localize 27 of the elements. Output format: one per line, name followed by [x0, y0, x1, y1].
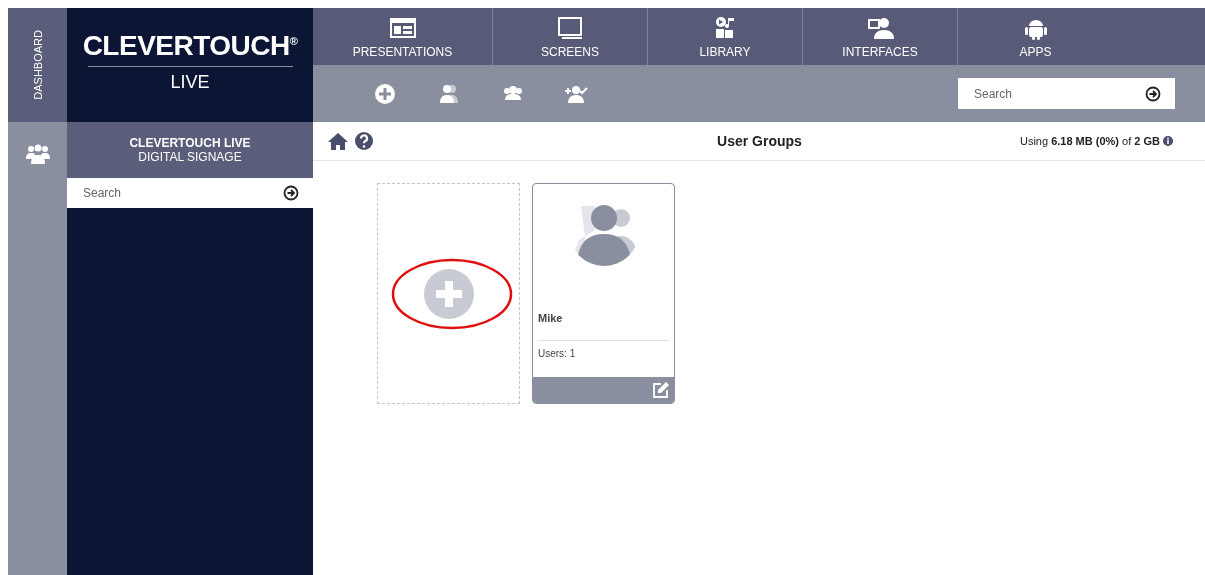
dashboard-tab[interactable]: DASHBOARD	[8, 8, 67, 122]
help-icon[interactable]	[353, 131, 375, 151]
add-icon[interactable]	[423, 268, 474, 319]
group-card[interactable]: Mike Users: 1	[532, 183, 675, 404]
search-field[interactable]: Search	[958, 78, 1175, 109]
sidebar-title: CLEVERTOUCH LIVE	[129, 136, 251, 150]
group-name: Mike	[537, 311, 564, 324]
brand-logo: CLEVERTOUCH$^{®}$	[82, 30, 298, 62]
home-icon[interactable]	[327, 131, 349, 151]
add-icon[interactable]	[373, 82, 397, 105]
info-icon[interactable]	[1163, 136, 1173, 146]
add-group-card[interactable]	[377, 183, 520, 404]
person-screen-icon	[866, 16, 894, 40]
arrow-circle-icon[interactable]	[283, 185, 299, 201]
arrow-circle-icon[interactable]	[1145, 85, 1161, 102]
monitor-icon	[556, 16, 584, 40]
search-field[interactable]: Search	[67, 178, 313, 208]
presentation-icon	[388, 16, 417, 40]
product-name: LIVE	[170, 72, 210, 93]
nav-tab[interactable]: APPS	[958, 8, 1113, 65]
users-icon[interactable]	[437, 82, 461, 105]
storage-usage: Using 6.18 MB (0%) of 2 GB	[1019, 135, 1160, 147]
users-icon[interactable]	[25, 144, 50, 164]
user-count: Users: 1	[537, 347, 577, 361]
edit-icon[interactable]	[652, 381, 670, 399]
page-title: User Groups	[716, 133, 803, 149]
sidebar-subtitle: DIGITAL SIGNAGE	[138, 150, 242, 164]
